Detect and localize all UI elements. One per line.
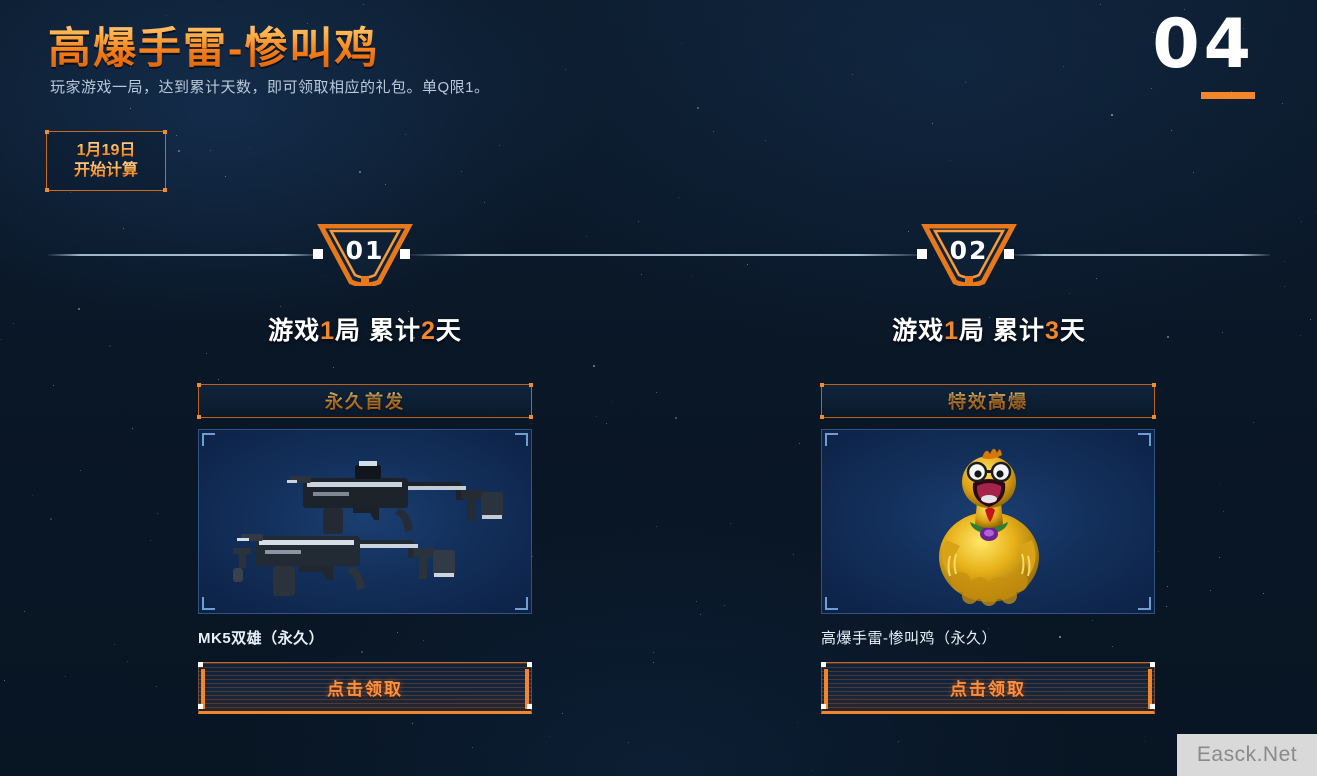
reward-item-name: 高爆手雷-惨叫鸡（永久）	[821, 630, 997, 647]
claim-edge-bar	[824, 669, 828, 709]
reward-card-header: 特效高爆	[820, 383, 1156, 419]
condition-days: 3	[1044, 317, 1060, 345]
reward-card-header-label: 特效高爆	[948, 388, 1028, 414]
corner-dot-icon	[1152, 383, 1156, 387]
condition-suffix: 天	[435, 317, 462, 345]
reward-item-name: MK5双雄（永久）	[198, 630, 325, 647]
claim-button-label: 点击领取	[327, 679, 403, 699]
timeline-segment	[48, 254, 316, 256]
condition-rounds: 1	[320, 317, 336, 345]
corner-bracket-icon	[825, 433, 838, 446]
condition-days: 2	[420, 317, 436, 345]
corner-dot-icon	[821, 662, 826, 667]
corner-dot-icon	[1150, 662, 1155, 667]
corner-dot-icon	[527, 662, 532, 667]
claim-button-01[interactable]: 点击领取	[198, 662, 532, 714]
condition-suffix: 天	[1059, 317, 1086, 345]
site-watermark: Easck.Net	[1177, 734, 1317, 776]
smg-weapon-icon	[233, 461, 503, 596]
condition-middle: 局 累计	[335, 317, 421, 345]
condition-prefix: 游戏	[268, 317, 321, 345]
corner-dot-icon	[198, 662, 203, 667]
condition-middle: 局 累计	[959, 317, 1045, 345]
claim-edge-bar	[201, 669, 205, 709]
claim-button-02[interactable]: 点击领取	[821, 662, 1155, 714]
claim-button-label: 点击领取	[950, 679, 1026, 699]
timeline-segment	[408, 254, 920, 256]
corner-bracket-icon	[202, 597, 215, 610]
corner-dot-icon	[529, 415, 533, 419]
corner-dot-icon	[527, 704, 532, 709]
step-badge-01[interactable]: 01	[317, 224, 413, 286]
claim-edge-bar	[1148, 669, 1152, 709]
reward-card-header-label: 永久首发	[325, 388, 405, 414]
reward-item-image-panel	[821, 429, 1155, 614]
corner-dot-icon	[529, 383, 533, 387]
corner-bracket-icon	[825, 597, 838, 610]
corner-bracket-icon	[515, 433, 528, 446]
corner-bracket-icon	[202, 433, 215, 446]
corner-dot-icon	[197, 415, 201, 419]
corner-dot-icon	[820, 383, 824, 387]
reward-card-02: 特效高爆 高爆手雷-惨叫鸡（永久） 点击领取	[820, 383, 1156, 714]
condition-rounds: 1	[944, 317, 960, 345]
corner-dot-icon	[198, 704, 203, 709]
claim-edge-bar	[525, 669, 529, 709]
progress-timeline: 01 02 游戏1局 累计2天 游戏1局 累计3天	[0, 0, 1317, 345]
corner-dot-icon	[1152, 415, 1156, 419]
corner-dot-icon	[821, 704, 826, 709]
step-badge-label: 02	[949, 236, 989, 265]
condition-prefix: 游戏	[892, 317, 945, 345]
corner-dot-icon	[820, 415, 824, 419]
corner-bracket-icon	[1138, 433, 1151, 446]
corner-dot-icon	[197, 383, 201, 387]
step-condition-01: 游戏1局 累计2天	[155, 311, 575, 347]
reward-card-01: 永久首发 MK5双雄（永久） 点击领取	[197, 383, 533, 714]
step-badge-label: 01	[345, 236, 385, 265]
screaming-chicken-grenade-icon	[939, 448, 1039, 606]
corner-bracket-icon	[1138, 597, 1151, 610]
reward-card-header: 永久首发	[197, 383, 533, 419]
reward-item-image-panel	[198, 429, 532, 614]
timeline-segment	[1012, 254, 1270, 256]
step-badge-02[interactable]: 02	[921, 224, 1017, 286]
corner-bracket-icon	[515, 597, 528, 610]
step-condition-02: 游戏1局 累计3天	[779, 311, 1199, 347]
corner-dot-icon	[1150, 704, 1155, 709]
